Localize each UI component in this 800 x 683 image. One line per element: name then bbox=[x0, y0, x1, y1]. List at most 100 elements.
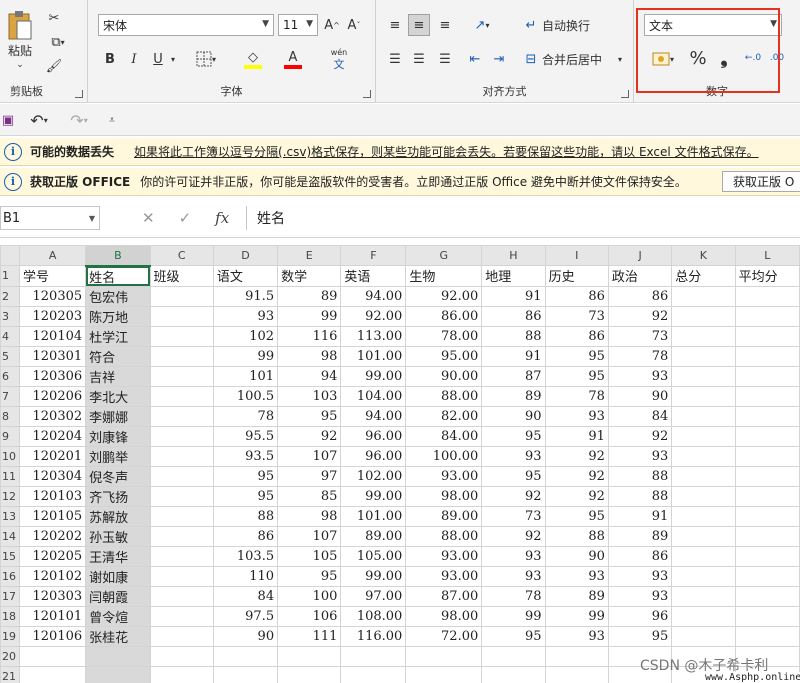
cell[interactable]: 99 bbox=[277, 305, 342, 327]
cell[interactable]: 92 bbox=[607, 425, 673, 447]
cell[interactable] bbox=[671, 545, 736, 567]
cell[interactable]: 96 bbox=[607, 605, 673, 627]
cell[interactable]: 85 bbox=[277, 485, 342, 507]
cell[interactable]: 106 bbox=[277, 605, 342, 627]
cell[interactable]: 78 bbox=[481, 585, 546, 607]
merge-center-button[interactable]: 合并后居中 bbox=[542, 48, 612, 70]
cell[interactable]: 99.00 bbox=[340, 565, 407, 587]
cell[interactable]: 93 bbox=[607, 445, 673, 467]
cell[interactable] bbox=[149, 345, 214, 367]
cell[interactable]: 78 bbox=[212, 405, 279, 427]
italic-button[interactable]: I bbox=[124, 48, 144, 70]
chevron-down-icon[interactable]: ⌄ bbox=[14, 60, 26, 70]
cell[interactable]: 113.00 bbox=[340, 325, 407, 347]
cell[interactable] bbox=[671, 365, 736, 387]
cell[interactable] bbox=[671, 565, 736, 587]
cell[interactable]: 93 bbox=[212, 305, 279, 327]
column-header-d[interactable]: D bbox=[212, 245, 279, 266]
cell[interactable]: 地理 bbox=[481, 265, 546, 287]
cell[interactable]: 88.00 bbox=[405, 385, 483, 407]
cell[interactable]: 103.5 bbox=[212, 545, 279, 567]
cell[interactable] bbox=[149, 545, 214, 567]
cell[interactable]: 陈万地 bbox=[85, 305, 151, 327]
cell[interactable]: 104.00 bbox=[340, 385, 407, 407]
cell[interactable] bbox=[544, 665, 609, 683]
cell[interactable] bbox=[481, 665, 546, 683]
cell[interactable] bbox=[671, 445, 736, 467]
cell[interactable] bbox=[734, 465, 800, 487]
cell[interactable]: 84.00 bbox=[405, 425, 483, 447]
cell[interactable]: 78 bbox=[607, 345, 673, 367]
cell[interactable] bbox=[671, 285, 736, 307]
cell[interactable]: 92.00 bbox=[405, 285, 483, 307]
insert-function-button[interactable]: fx bbox=[215, 209, 229, 227]
cell[interactable]: 120102 bbox=[18, 565, 87, 587]
cell[interactable] bbox=[734, 505, 800, 527]
cell[interactable] bbox=[340, 645, 407, 667]
cell[interactable]: 93 bbox=[544, 405, 609, 427]
cell[interactable] bbox=[734, 345, 800, 367]
cell[interactable] bbox=[149, 525, 214, 547]
cell[interactable]: 齐飞扬 bbox=[85, 485, 151, 507]
cell[interactable]: 杜学江 bbox=[85, 325, 151, 347]
cell[interactable] bbox=[18, 645, 87, 667]
cell[interactable]: 93.00 bbox=[405, 465, 483, 487]
row-header[interactable]: 11 bbox=[0, 465, 20, 487]
row-header[interactable]: 15 bbox=[0, 545, 20, 567]
cell[interactable]: 93 bbox=[607, 565, 673, 587]
cell[interactable] bbox=[671, 625, 736, 647]
bold-button[interactable]: B bbox=[100, 48, 120, 70]
align-left-icon[interactable]: ☰ bbox=[384, 48, 406, 70]
cell[interactable] bbox=[671, 465, 736, 487]
cell[interactable]: 包宏伟 bbox=[85, 285, 151, 307]
cell[interactable]: 93 bbox=[544, 565, 609, 587]
cell[interactable]: 95 bbox=[212, 465, 279, 487]
cell[interactable] bbox=[212, 645, 279, 667]
cell[interactable]: 班级 bbox=[149, 265, 214, 287]
cell[interactable]: 92 bbox=[481, 525, 546, 547]
row-header[interactable]: 16 bbox=[0, 565, 20, 587]
cell[interactable]: 120303 bbox=[18, 585, 87, 607]
cell[interactable]: 101 bbox=[212, 365, 279, 387]
cell[interactable]: 95 bbox=[481, 625, 546, 647]
cell[interactable] bbox=[85, 665, 151, 683]
cell[interactable]: 93.00 bbox=[405, 545, 483, 567]
cell[interactable] bbox=[149, 565, 214, 587]
customize-qat-icon[interactable]: ⩡ bbox=[104, 110, 120, 130]
row-header[interactable]: 14 bbox=[0, 525, 20, 547]
cell[interactable] bbox=[544, 645, 609, 667]
column-header-g[interactable]: G bbox=[405, 245, 483, 266]
cell[interactable]: 93 bbox=[481, 445, 546, 467]
cell[interactable]: 98 bbox=[277, 345, 342, 367]
cell[interactable]: 闫朝霞 bbox=[85, 585, 151, 607]
increase-indent-icon[interactable]: ⇥ bbox=[488, 48, 510, 70]
row-header[interactable]: 20 bbox=[0, 645, 20, 667]
cell[interactable]: 89 bbox=[481, 385, 546, 407]
cell[interactable]: 符合 bbox=[85, 345, 151, 367]
cell[interactable] bbox=[340, 665, 407, 683]
cell[interactable]: 谢如康 bbox=[85, 565, 151, 587]
cell[interactable]: 89 bbox=[277, 285, 342, 307]
message-link[interactable]: 如果将此工作簿以逗号分隔(.csv)格式保存，则某些功能可能会丢失。若要保留这些… bbox=[134, 143, 759, 160]
cell[interactable] bbox=[734, 545, 800, 567]
cell[interactable]: 86 bbox=[544, 325, 609, 347]
cell[interactable] bbox=[149, 625, 214, 647]
cell[interactable] bbox=[149, 285, 214, 307]
cell[interactable]: 120302 bbox=[18, 405, 87, 427]
cell[interactable]: 110 bbox=[212, 565, 279, 587]
cell[interactable]: 93.00 bbox=[405, 565, 483, 587]
cell[interactable]: 95 bbox=[481, 425, 546, 447]
cell[interactable]: 100 bbox=[277, 585, 342, 607]
cell[interactable]: 95 bbox=[277, 405, 342, 427]
cell[interactable] bbox=[149, 605, 214, 627]
column-header-j[interactable]: J bbox=[607, 245, 673, 266]
cell[interactable]: 90 bbox=[544, 545, 609, 567]
cell[interactable]: 95.5 bbox=[212, 425, 279, 447]
cell[interactable]: 95 bbox=[544, 505, 609, 527]
cell[interactable] bbox=[149, 505, 214, 527]
cell[interactable]: 89.00 bbox=[340, 525, 407, 547]
row-header[interactable]: 3 bbox=[0, 305, 20, 327]
cell[interactable] bbox=[481, 645, 546, 667]
cell[interactable]: 97.00 bbox=[340, 585, 407, 607]
cell[interactable] bbox=[734, 605, 800, 627]
